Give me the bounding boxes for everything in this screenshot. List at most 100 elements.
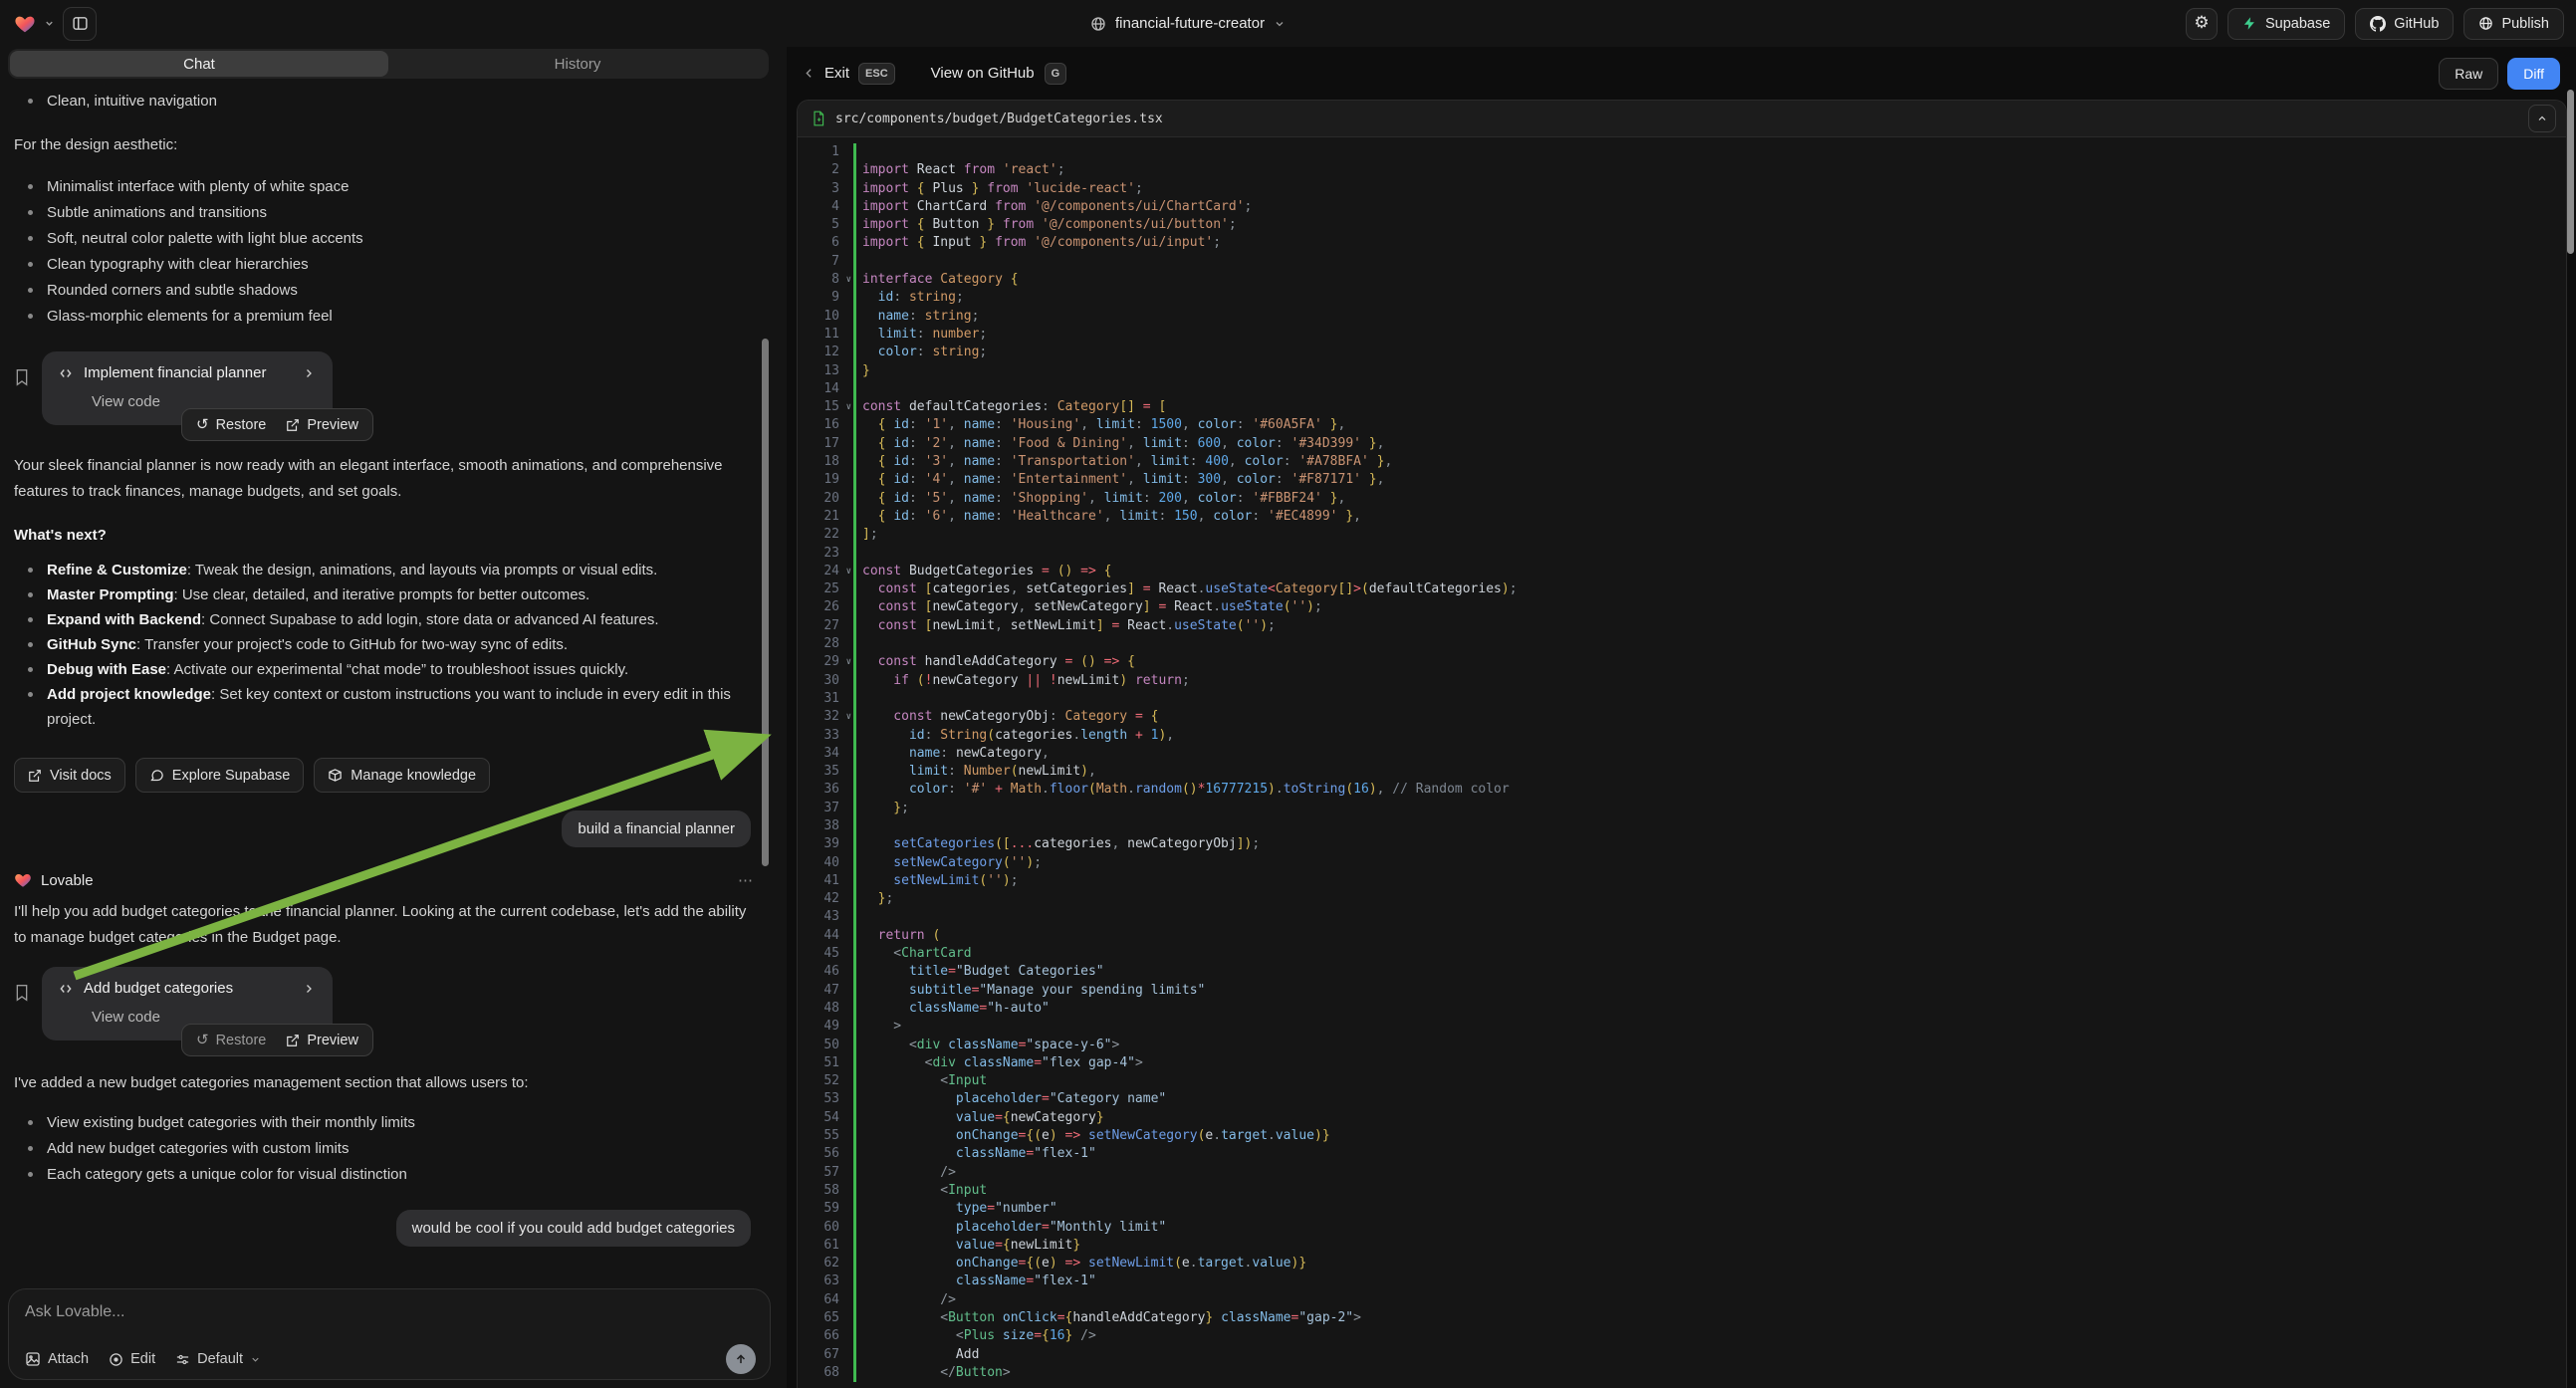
fold-chevron-icon[interactable]: ∨ — [846, 653, 851, 671]
preview-button[interactable]: Preview — [286, 417, 358, 433]
top-header: financial-future-creator ⚙ Supabase GitH… — [0, 0, 2576, 47]
chat-panel: Chat History Clean, intuitive navigation… — [0, 47, 787, 1388]
diff-added-gutter — [853, 890, 856, 908]
globe-icon — [1090, 16, 1106, 32]
list-item: Each category gets a unique color for vi… — [14, 1162, 763, 1188]
exit-button[interactable]: Exit ESC — [803, 63, 895, 85]
chat-scroll-area[interactable]: Clean, intuitive navigation For the desi… — [0, 81, 787, 1284]
code-line: 51 <div className="flex gap-4"> — [798, 1054, 2566, 1072]
code-line: 62 onChange={(e) => setNewLimit(e.target… — [798, 1255, 2566, 1272]
tab-history[interactable]: History — [388, 51, 767, 77]
file-path: src/components/budget/BudgetCategories.t… — [835, 112, 1163, 126]
attach-button[interactable]: Attach — [25, 1351, 89, 1367]
diff-added-gutter — [853, 1346, 856, 1364]
code-editor[interactable]: 12import React from 'react';3import { Pl… — [798, 137, 2566, 1382]
tab-chat[interactable]: Chat — [10, 51, 388, 77]
code-line: 67 Add — [798, 1346, 2566, 1364]
code-line: 35 limit: Number(newLimit), — [798, 763, 2566, 781]
circle-dot-icon — [109, 1352, 123, 1367]
diff-added-gutter — [853, 1200, 856, 1218]
list-item: Add project knowledge: Set key context o… — [14, 682, 763, 732]
diff-added-gutter — [853, 1164, 856, 1182]
gear-icon: ⚙ — [2194, 15, 2209, 32]
diff-added-gutter — [853, 216, 856, 234]
send-button[interactable] — [726, 1344, 756, 1374]
code-line: 63 className="flex-1" — [798, 1272, 2566, 1290]
more-options-icon[interactable]: ⋯ — [738, 871, 755, 889]
explore-supabase-button[interactable]: Explore Supabase — [135, 758, 305, 793]
raw-toggle-button[interactable]: Raw — [2439, 58, 2498, 90]
code-line: 49 > — [798, 1018, 2566, 1036]
added-bullet-list: View existing budget categories with the… — [14, 1110, 763, 1188]
code-line: 10 name: string; — [798, 308, 2566, 326]
chat-bubble-icon — [149, 768, 164, 783]
diff-added-gutter — [853, 1182, 856, 1200]
bookmark-icon[interactable] — [14, 983, 30, 1003]
code-line: 60 placeholder="Monthly limit" — [798, 1219, 2566, 1237]
list-item: Expand with Backend: Connect Supabase to… — [14, 607, 763, 632]
diff-added-gutter — [853, 708, 856, 726]
code-line: 2import React from 'react'; — [798, 161, 2566, 179]
project-switcher[interactable]: financial-future-creator — [1090, 0, 1286, 47]
restore-button[interactable]: ↺Restore — [196, 417, 266, 433]
github-button[interactable]: GitHub — [2355, 8, 2454, 40]
diff-added-gutter — [853, 1109, 856, 1127]
diff-added-gutter — [853, 1145, 856, 1163]
settings-button[interactable]: ⚙ — [2186, 8, 2218, 40]
fold-chevron-icon[interactable]: ∨ — [846, 398, 851, 416]
bullet-dot — [28, 99, 33, 104]
edit-mode-button[interactable]: Edit — [109, 1351, 155, 1367]
lovable-logo-heart-icon[interactable] — [14, 13, 36, 35]
view-on-github-link[interactable]: View on GitHub G — [931, 63, 1067, 85]
code-line: 26 const [newCategory, setNewCategory] =… — [798, 598, 2566, 616]
diff-added-gutter — [853, 1291, 856, 1309]
publish-button[interactable]: Publish — [2463, 8, 2564, 40]
visit-docs-button[interactable]: Visit docs — [14, 758, 125, 793]
bookmark-icon[interactable] — [14, 367, 30, 387]
restore-icon: ↺ — [196, 1033, 209, 1047]
code-line: 8∨interface Category { — [798, 271, 2566, 289]
logo-chevron-down-icon[interactable] — [44, 18, 55, 29]
diff-added-gutter — [853, 835, 856, 853]
prompt-input[interactable] — [25, 1303, 756, 1333]
code-line: 34 name: newCategory, — [798, 745, 2566, 763]
chat-scrollbar-thumb[interactable] — [762, 339, 769, 866]
diff-added-gutter — [853, 653, 856, 671]
chevron-right-icon[interactable] — [303, 983, 315, 995]
diff-added-gutter — [853, 161, 856, 179]
chevron-right-icon[interactable] — [303, 367, 315, 379]
fold-chevron-icon[interactable]: ∨ — [846, 708, 851, 726]
code-line: 45 <ChartCard — [798, 945, 2566, 963]
window-scrollbar-thumb[interactable] — [2567, 90, 2574, 254]
version-card-add-budget-categories[interactable]: Add budget categories View code ↺Restore… — [42, 967, 333, 1041]
external-link-icon — [286, 1034, 300, 1047]
list-item: Debug with Ease: Activate our experiment… — [14, 657, 763, 682]
sliders-icon — [175, 1352, 190, 1367]
version-card-1-wrap: Implement financial planner View code ↺R… — [14, 351, 763, 425]
diff-added-gutter — [853, 326, 856, 344]
list-item: Glass-morphic elements for a premium fee… — [14, 304, 763, 330]
model-mode-select[interactable]: Default — [175, 1351, 261, 1367]
fold-chevron-icon[interactable]: ∨ — [846, 563, 851, 580]
view-on-github-label: View on GitHub — [931, 65, 1035, 82]
exit-label: Exit — [824, 65, 849, 82]
diff-added-gutter — [853, 963, 856, 981]
code-line: 38 — [798, 817, 2566, 835]
supabase-button[interactable]: Supabase — [2227, 8, 2345, 40]
version-card-implement-financial-planner[interactable]: Implement financial planner View code ↺R… — [42, 351, 333, 425]
code-line: 7 — [798, 253, 2566, 271]
preview-button[interactable]: Preview — [286, 1033, 358, 1048]
chat-history-tabs: Chat History — [8, 49, 769, 79]
manage-knowledge-button[interactable]: Manage knowledge — [314, 758, 490, 793]
collapse-file-button[interactable] — [2528, 105, 2556, 132]
diff-added-gutter — [853, 289, 856, 307]
help-paragraph: I'll help you add budget categories to t… — [14, 899, 763, 951]
toggle-sidebar-button[interactable] — [63, 7, 97, 41]
file-path-bar[interactable]: src/components/budget/BudgetCategories.t… — [798, 101, 2566, 137]
diff-added-gutter — [853, 234, 856, 252]
fold-chevron-icon[interactable]: ∨ — [846, 271, 851, 289]
restore-button[interactable]: ↺Restore — [196, 1033, 266, 1048]
diff-toggle-button[interactable]: Diff — [2507, 58, 2560, 90]
diff-added-gutter — [853, 854, 856, 872]
publish-label: Publish — [2501, 16, 2549, 32]
